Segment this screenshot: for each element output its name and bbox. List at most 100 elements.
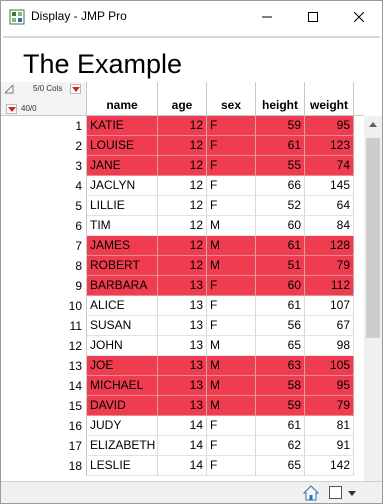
scroll-up-icon[interactable] <box>369 122 377 127</box>
cell-age[interactable]: 13 <box>158 276 207 296</box>
cell-age[interactable]: 12 <box>158 136 207 156</box>
cell-weight[interactable]: 95 <box>305 376 354 396</box>
table-row[interactable]: 7 JAMES 12 M 61 128 <box>1 236 364 256</box>
cell-height[interactable]: 62 <box>256 436 305 456</box>
cell-weight[interactable]: 112 <box>305 276 354 296</box>
table-row[interactable]: 18 LESLIE 14 F 65 142 <box>1 456 364 476</box>
cell-weight[interactable]: 74 <box>305 156 354 176</box>
cell-weight[interactable]: 145 <box>305 176 354 196</box>
cell-weight[interactable]: 84 <box>305 216 354 236</box>
cell-sex[interactable]: F <box>207 156 256 176</box>
row-number[interactable]: 12 <box>1 336 87 356</box>
cell-weight[interactable]: 95 <box>305 116 354 136</box>
cell-height[interactable]: 61 <box>256 236 305 256</box>
row-number[interactable]: 6 <box>1 216 87 236</box>
cell-name[interactable]: DAVID <box>87 396 158 416</box>
column-header-height[interactable]: height <box>256 82 305 116</box>
table-row[interactable]: 6 TIM 12 M 60 84 <box>1 216 364 236</box>
cell-name[interactable]: LILLIE <box>87 196 158 216</box>
dropdown-icon[interactable] <box>348 491 356 496</box>
cell-sex[interactable]: F <box>207 276 256 296</box>
close-button[interactable] <box>336 1 382 33</box>
cell-sex[interactable]: F <box>207 116 256 136</box>
table-row[interactable]: 12 JOHN 13 M 65 98 <box>1 336 364 356</box>
cell-name[interactable]: ELIZABETH <box>87 436 158 456</box>
cell-height[interactable]: 59 <box>256 116 305 136</box>
table-row[interactable]: 5 LILLIE 12 F 52 64 <box>1 196 364 216</box>
cell-name[interactable]: JOE <box>87 356 158 376</box>
vertical-scroll-thumb[interactable] <box>366 138 380 338</box>
cell-age[interactable]: 13 <box>158 316 207 336</box>
cell-age[interactable]: 12 <box>158 196 207 216</box>
table-row[interactable]: 8 ROBERT 12 M 51 79 <box>1 256 364 276</box>
cell-weight[interactable]: 91 <box>305 436 354 456</box>
column-menu-button[interactable] <box>70 84 81 94</box>
row-number[interactable]: 17 <box>1 436 87 456</box>
cell-sex[interactable]: F <box>207 136 256 156</box>
cell-weight[interactable]: 142 <box>305 456 354 476</box>
cell-height[interactable]: 55 <box>256 156 305 176</box>
cell-name[interactable]: KATIE <box>87 116 158 136</box>
row-number[interactable]: 5 <box>1 196 87 216</box>
table-row[interactable]: 9 BARBARA 13 F 60 112 <box>1 276 364 296</box>
cell-weight[interactable]: 81 <box>305 416 354 436</box>
cell-weight[interactable]: 107 <box>305 296 354 316</box>
cell-age[interactable]: 13 <box>158 296 207 316</box>
cell-sex[interactable]: F <box>207 296 256 316</box>
cell-age[interactable]: 13 <box>158 396 207 416</box>
row-number[interactable]: 4 <box>1 176 87 196</box>
table-row[interactable]: 17 ELIZABETH 14 F 62 91 <box>1 436 364 456</box>
cell-weight[interactable]: 123 <box>305 136 354 156</box>
cell-age[interactable]: 14 <box>158 436 207 456</box>
cell-weight[interactable]: 105 <box>305 356 354 376</box>
cell-name[interactable]: JANE <box>87 156 158 176</box>
cell-sex[interactable]: M <box>207 356 256 376</box>
cell-age[interactable]: 12 <box>158 156 207 176</box>
cell-sex[interactable]: F <box>207 196 256 216</box>
cell-weight[interactable]: 98 <box>305 336 354 356</box>
cell-name[interactable]: MICHAEL <box>87 376 158 396</box>
cell-age[interactable]: 14 <box>158 416 207 436</box>
disclosure-triangle-icon[interactable] <box>5 85 14 94</box>
table-row[interactable]: 3 JANE 12 F 55 74 <box>1 156 364 176</box>
row-number[interactable]: 2 <box>1 136 87 156</box>
row-number[interactable]: 10 <box>1 296 87 316</box>
cell-sex[interactable]: F <box>207 416 256 436</box>
cell-height[interactable]: 51 <box>256 256 305 276</box>
cell-age[interactable]: 12 <box>158 236 207 256</box>
cell-name[interactable]: ROBERT <box>87 256 158 276</box>
cell-height[interactable]: 61 <box>256 296 305 316</box>
table-row[interactable]: 16 JUDY 14 F 61 81 <box>1 416 364 436</box>
row-number[interactable]: 16 <box>1 416 87 436</box>
cell-name[interactable]: TIM <box>87 216 158 236</box>
cell-age[interactable]: 13 <box>158 376 207 396</box>
cell-age[interactable]: 12 <box>158 216 207 236</box>
row-number[interactable]: 9 <box>1 276 87 296</box>
square-icon[interactable] <box>329 486 342 499</box>
cell-age[interactable]: 13 <box>158 336 207 356</box>
cell-height[interactable]: 56 <box>256 316 305 336</box>
cell-height[interactable]: 60 <box>256 216 305 236</box>
column-header-name[interactable]: name <box>87 82 158 116</box>
cell-name[interactable]: BARBARA <box>87 276 158 296</box>
cell-height[interactable]: 58 <box>256 376 305 396</box>
row-number[interactable]: 1 <box>1 116 87 136</box>
cell-name[interactable]: JUDY <box>87 416 158 436</box>
cell-height[interactable]: 61 <box>256 136 305 156</box>
cell-height[interactable]: 65 <box>256 336 305 356</box>
cell-sex[interactable]: M <box>207 396 256 416</box>
cell-name[interactable]: ALICE <box>87 296 158 316</box>
row-number[interactable]: 8 <box>1 256 87 276</box>
table-row[interactable]: 4 JACLYN 12 F 66 145 <box>1 176 364 196</box>
maximize-button[interactable] <box>290 1 336 33</box>
table-row[interactable]: 10 ALICE 13 F 61 107 <box>1 296 364 316</box>
cell-age[interactable]: 12 <box>158 116 207 136</box>
column-header-sex[interactable]: sex <box>207 82 256 116</box>
row-number[interactable]: 7 <box>1 236 87 256</box>
cell-age[interactable]: 12 <box>158 176 207 196</box>
cell-sex[interactable]: F <box>207 316 256 336</box>
row-number[interactable]: 14 <box>1 376 87 396</box>
cell-weight[interactable]: 79 <box>305 396 354 416</box>
cell-height[interactable]: 59 <box>256 396 305 416</box>
cell-height[interactable]: 66 <box>256 176 305 196</box>
